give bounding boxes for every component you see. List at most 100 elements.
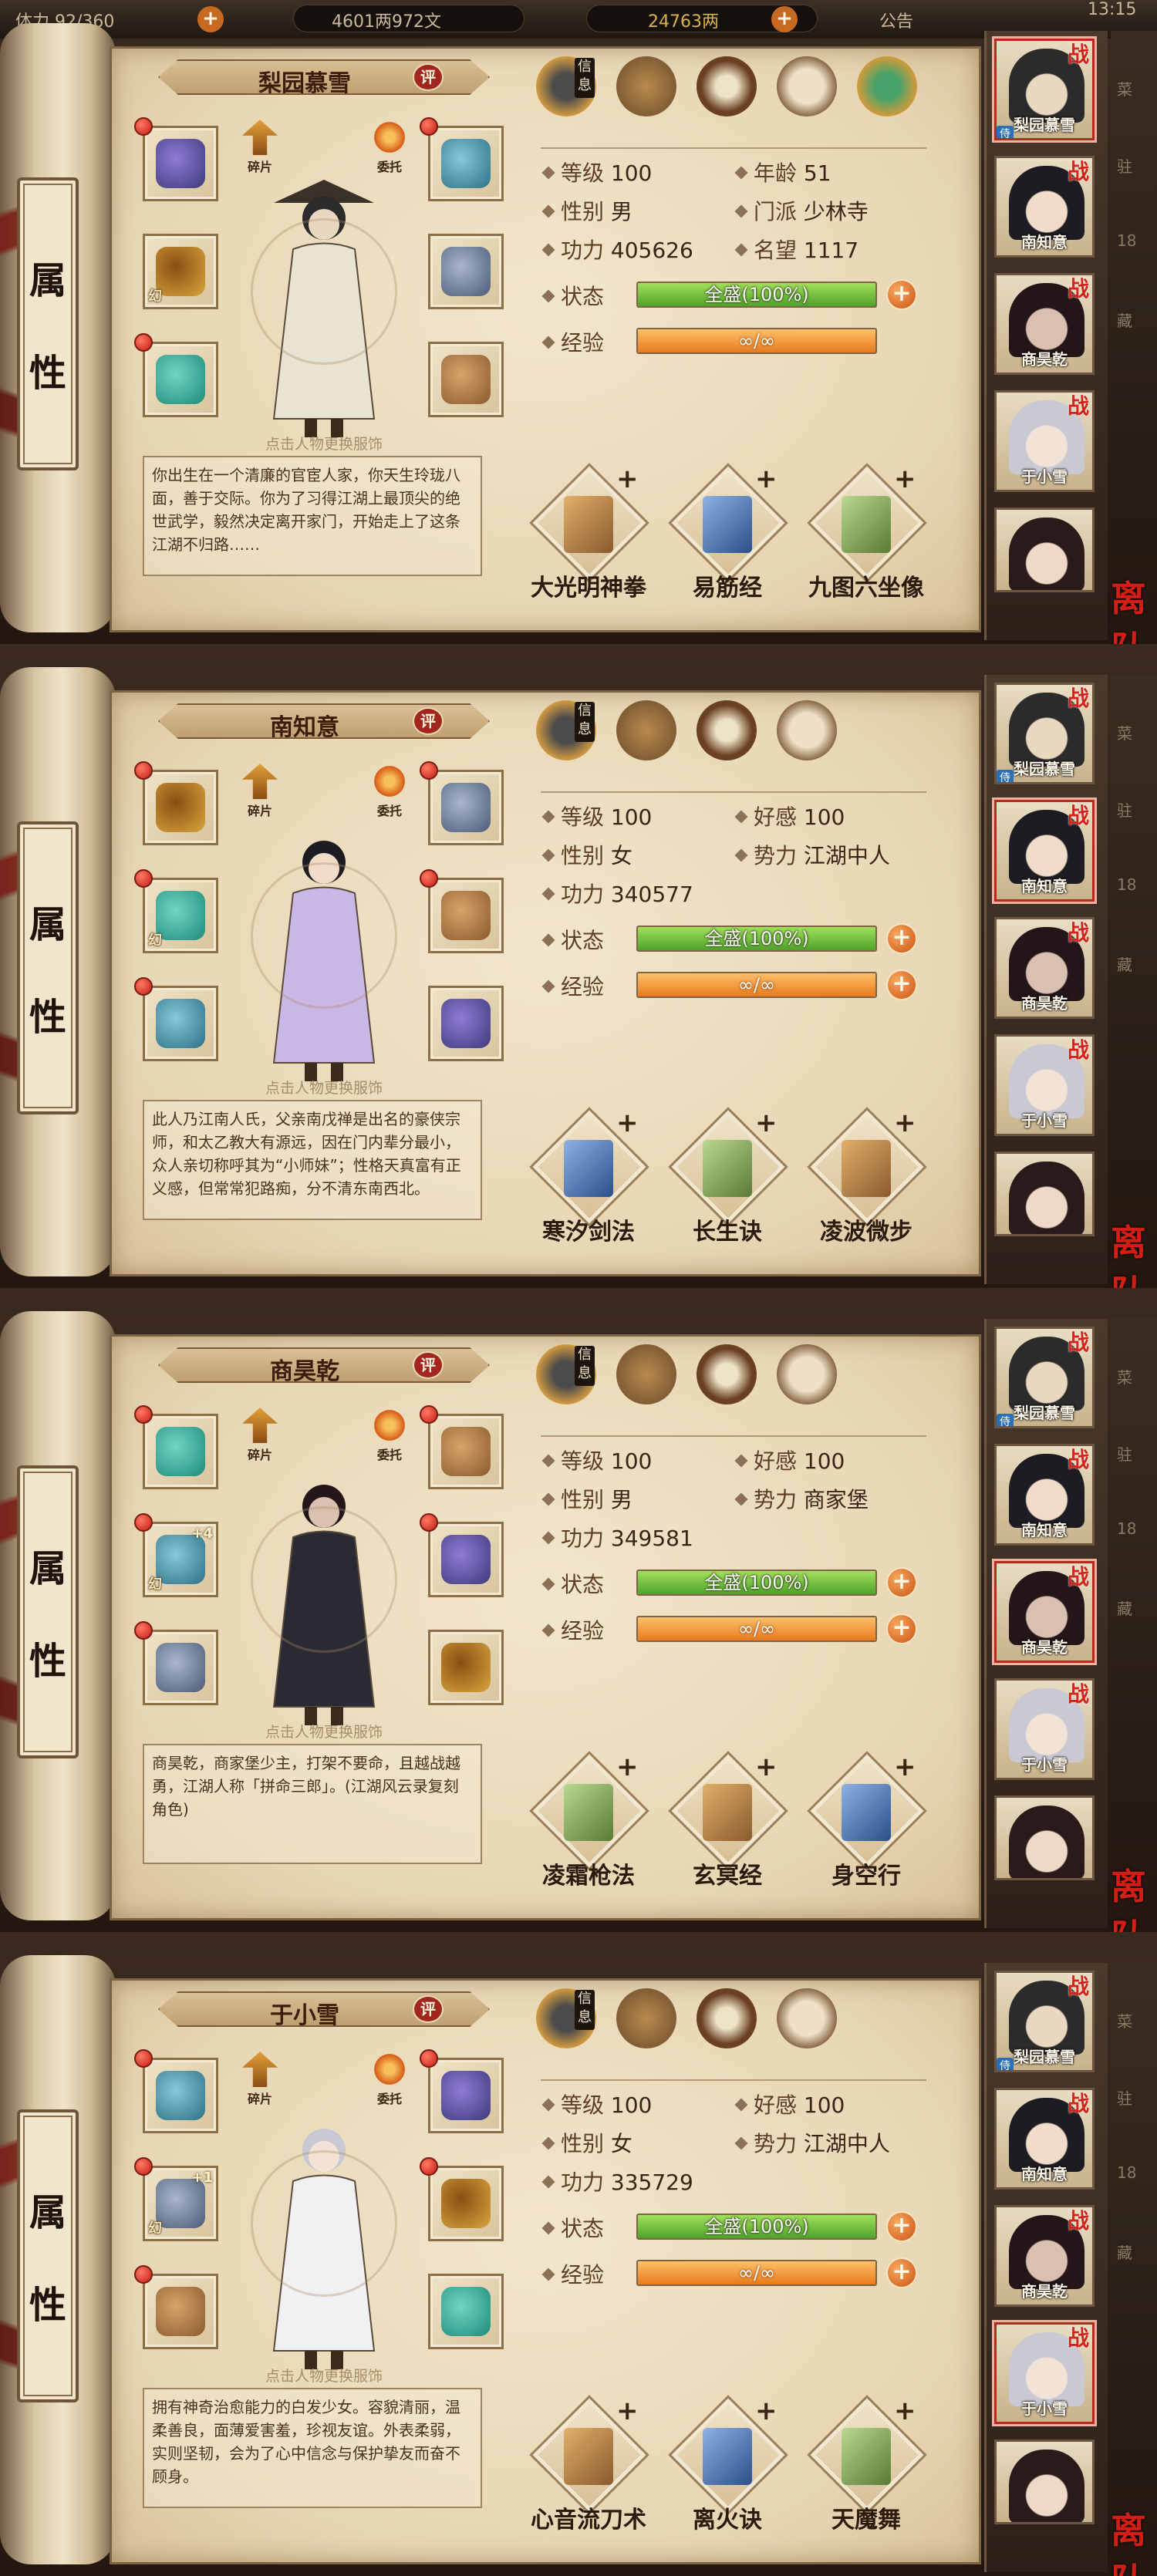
skill-slot[interactable]: + 凌霜枪法 xyxy=(519,1751,658,1890)
equipment-slot[interactable] xyxy=(420,2157,504,2241)
leave-party-button[interactable]: 离队 xyxy=(1111,1215,1157,1288)
roster-card[interactable]: 商昊乾 战 xyxy=(994,2205,1095,2307)
jade-tab-icon[interactable] xyxy=(857,56,917,116)
roster-card[interactable]: 于小雪 战 xyxy=(994,390,1095,492)
skill-slot[interactable]: + 寒汐剑法 xyxy=(519,1107,658,1246)
equipment-slot[interactable] xyxy=(428,342,504,417)
leave-party-button[interactable]: 离队 xyxy=(1111,571,1157,644)
roster-card[interactable]: 商昊乾 战 xyxy=(994,273,1095,375)
equipment-slot[interactable] xyxy=(420,1513,504,1597)
roster-card[interactable] xyxy=(994,1151,1095,1236)
skill-slot[interactable]: + 离火诀 xyxy=(658,2395,797,2534)
character-figure[interactable] xyxy=(251,1452,397,1745)
skill-slot[interactable]: + 身空行 xyxy=(797,1751,936,1890)
skill-add-icon[interactable]: + xyxy=(755,464,778,494)
bagua-tab-icon[interactable] xyxy=(697,700,757,760)
skill-add-icon[interactable]: + xyxy=(894,2396,916,2426)
roster-card[interactable] xyxy=(994,507,1095,592)
notice-button[interactable]: 公告 xyxy=(879,8,913,32)
attributes-tab[interactable]: 属性 xyxy=(17,177,79,470)
skill-slot[interactable]: + 玄冥经 xyxy=(658,1751,797,1890)
bagua-tab-icon[interactable] xyxy=(697,56,757,116)
skill-slot[interactable]: + 凌波微步 xyxy=(797,1107,936,1246)
skill-add-icon[interactable]: + xyxy=(755,1108,778,1138)
equipment-slot[interactable]: 幻 xyxy=(134,869,218,953)
skill-add-icon[interactable]: + xyxy=(616,1108,639,1138)
leave-party-button[interactable]: 离队 xyxy=(1111,2503,1157,2576)
skill-slot[interactable]: + 易筋经 xyxy=(658,463,797,602)
add-gold-button[interactable]: + xyxy=(771,6,798,32)
skill-add-icon[interactable]: + xyxy=(616,2396,639,2426)
skill-slot[interactable]: + 九图六坐像 xyxy=(797,463,936,602)
skill-add-icon[interactable]: + xyxy=(616,464,639,494)
attributes-tab[interactable]: 属性 xyxy=(17,2109,79,2402)
evaluate-button[interactable]: 评 xyxy=(413,707,444,735)
equipment-slot[interactable] xyxy=(134,977,218,1061)
info-tab-icon[interactable]: 信息 xyxy=(536,700,596,760)
info-tab-icon[interactable]: 信息 xyxy=(536,56,596,116)
roster-card[interactable]: 梨园慕雪战侍 xyxy=(994,1971,1095,2072)
roster-card[interactable]: 商昊乾 战 xyxy=(994,917,1095,1019)
meridian-tab-icon[interactable] xyxy=(777,1988,837,2048)
info-tab-icon[interactable]: 信息 xyxy=(536,1344,596,1404)
equipment-slot[interactable] xyxy=(420,2049,504,2133)
equipment-slot[interactable] xyxy=(134,333,218,417)
add-stamina-button[interactable]: + xyxy=(197,6,224,32)
roster-card[interactable]: 商昊乾 战 xyxy=(994,1561,1095,1663)
skill-add-icon[interactable]: + xyxy=(894,464,916,494)
evaluate-button[interactable]: 评 xyxy=(413,1995,444,2023)
character-figure[interactable] xyxy=(251,808,397,1101)
equipment-slot[interactable]: 幻 +4 xyxy=(134,1513,218,1597)
status-add-button[interactable]: + xyxy=(886,2211,917,2242)
equipment-slot[interactable] xyxy=(428,2274,504,2349)
skill-slot[interactable]: + 长生诀 xyxy=(658,1107,797,1246)
equipment-slot[interactable] xyxy=(420,1405,504,1489)
equipment-slot[interactable] xyxy=(420,117,504,201)
equipment-slot[interactable] xyxy=(134,1621,218,1705)
equipment-slot[interactable] xyxy=(134,2265,218,2349)
equipment-slot[interactable] xyxy=(428,1630,504,1705)
skill-slot[interactable]: + 天魔舞 xyxy=(797,2395,936,2534)
roster-card[interactable]: 于小雪 战 xyxy=(994,1034,1095,1136)
equipment-tab-icon[interactable] xyxy=(616,700,676,760)
roster-card[interactable]: 于小雪 战 xyxy=(994,2322,1095,2424)
info-tab-icon[interactable]: 信息 xyxy=(536,1988,596,2048)
equipment-slot[interactable] xyxy=(420,869,504,953)
exp-add-button[interactable]: + xyxy=(886,1613,917,1644)
attributes-tab[interactable]: 属性 xyxy=(17,1465,79,1758)
roster-card[interactable]: 梨园慕雪战侍 xyxy=(994,39,1095,140)
attributes-tab[interactable]: 属性 xyxy=(17,821,79,1114)
status-add-button[interactable]: + xyxy=(886,923,917,954)
exp-add-button[interactable]: + xyxy=(886,969,917,1000)
skill-add-icon[interactable]: + xyxy=(755,2396,778,2426)
equipment-slot[interactable] xyxy=(134,761,218,845)
evaluate-button[interactable]: 评 xyxy=(413,63,444,91)
roster-card[interactable]: 南知意 战 xyxy=(994,800,1095,902)
character-figure[interactable] xyxy=(251,2096,397,2389)
equipment-slot[interactable] xyxy=(134,1405,218,1489)
roster-card[interactable]: 南知意 战 xyxy=(994,1444,1095,1546)
meridian-tab-icon[interactable] xyxy=(777,1344,837,1404)
roster-card[interactable]: 南知意 战 xyxy=(994,2088,1095,2190)
skill-slot[interactable]: + 大光明神拳 xyxy=(519,463,658,602)
bagua-tab-icon[interactable] xyxy=(697,1344,757,1404)
roster-card[interactable]: 梨园慕雪战侍 xyxy=(994,683,1095,784)
meridian-tab-icon[interactable] xyxy=(777,56,837,116)
skill-add-icon[interactable]: + xyxy=(755,1752,778,1782)
roster-card[interactable] xyxy=(994,1795,1095,1880)
skill-add-icon[interactable]: + xyxy=(894,1108,916,1138)
equipment-slot[interactable] xyxy=(420,761,504,845)
equipment-tab-icon[interactable] xyxy=(616,1344,676,1404)
equipment-tab-icon[interactable] xyxy=(616,56,676,116)
equipment-slot[interactable] xyxy=(134,2049,218,2133)
meridian-tab-icon[interactable] xyxy=(777,700,837,760)
skill-add-icon[interactable]: + xyxy=(894,1752,916,1782)
equipment-slot[interactable]: 幻 xyxy=(143,234,218,309)
equipment-slot[interactable] xyxy=(428,234,504,309)
status-add-button[interactable]: + xyxy=(886,279,917,310)
equipment-slot[interactable] xyxy=(428,986,504,1061)
status-add-button[interactable]: + xyxy=(886,1567,917,1598)
evaluate-button[interactable]: 评 xyxy=(413,1351,444,1379)
roster-card[interactable]: 梨园慕雪战侍 xyxy=(994,1327,1095,1428)
roster-card[interactable]: 于小雪 战 xyxy=(994,1678,1095,1780)
